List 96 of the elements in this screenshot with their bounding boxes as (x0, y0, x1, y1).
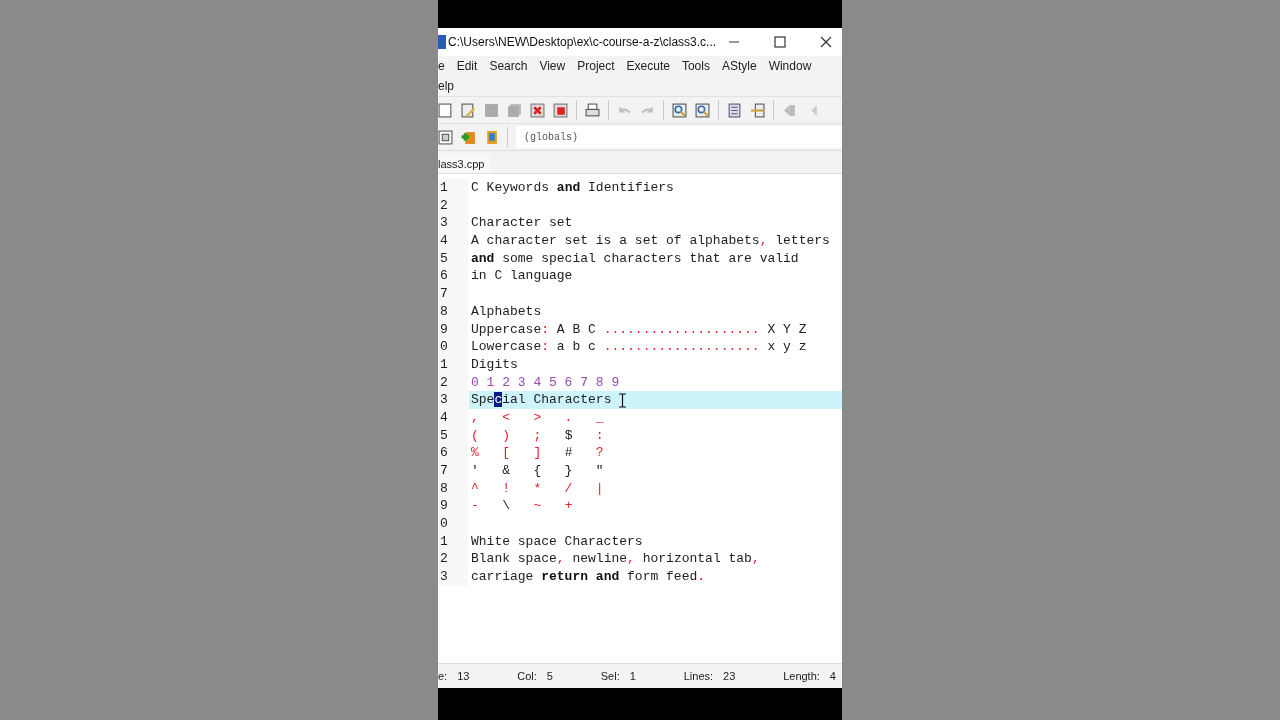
menu-item[interactable]: Search (489, 57, 528, 75)
code-text: - (471, 498, 479, 514)
code-text: Blank space (471, 551, 557, 567)
code-text: carriage (471, 569, 535, 585)
code-text: ^ ! * / | (471, 480, 604, 496)
line-number: 4 (438, 232, 468, 250)
code-text: C Keywords (471, 180, 550, 195)
code-text: in C language (471, 268, 573, 284)
code-text: , (751, 551, 760, 567)
code-text: .................... (603, 339, 760, 355)
menu-item[interactable]: Execute (626, 57, 670, 75)
code-text: ial Characters (502, 392, 612, 408)
line-number: 0 (438, 338, 468, 356)
status-label: Col: (517, 670, 537, 682)
code-text: \ (501, 498, 512, 514)
status-value: 4 (829, 670, 836, 682)
line-number: 3 (438, 391, 468, 409)
menu-item[interactable]: Project (577, 57, 615, 75)
code-text: .................... (603, 321, 760, 337)
menu-item[interactable]: Window (768, 57, 812, 75)
status-label: e: (438, 670, 448, 682)
code-text: White space Characters (471, 533, 643, 549)
close-file-icon[interactable] (530, 102, 545, 118)
code-text: $ (564, 427, 573, 443)
code-text: Spe (471, 392, 495, 408)
menu-item[interactable]: Tools (681, 57, 710, 75)
line-number: 2 (438, 550, 468, 569)
code-text: : (594, 427, 604, 443)
code-text: % [ ] (471, 445, 543, 461)
add-file-icon[interactable] (461, 129, 476, 145)
code-text: A character set is a set of alphabets (471, 233, 760, 249)
status-label: Length: (783, 670, 820, 682)
close-icon[interactable] (820, 36, 832, 48)
code-text: and (556, 180, 581, 195)
line-number: 6 (438, 444, 468, 462)
line-number: 9 (438, 497, 468, 516)
code-text: Identifiers (587, 180, 674, 195)
scope-dropdown[interactable]: (globals) (516, 126, 842, 148)
code-text: , < > . _ (471, 409, 604, 425)
code-text: letters (774, 233, 830, 249)
line-number: 7 (438, 462, 468, 480)
code-text: some special characters that are valid (501, 250, 799, 266)
new-file-icon[interactable] (438, 102, 453, 118)
replace-icon[interactable] (695, 102, 710, 118)
text-cursor-icon (619, 393, 626, 409)
code-text: x y z (766, 339, 807, 355)
status-label: Sel: (600, 670, 620, 682)
code-text: ( ) ; (471, 427, 543, 443)
code-text: Digits (471, 356, 518, 372)
code-text: a b c (555, 339, 597, 355)
menu-item[interactable]: e (438, 57, 445, 75)
code-text: X Y Z (766, 321, 807, 337)
status-value: 5 (546, 670, 553, 682)
document-icon[interactable] (727, 102, 742, 118)
code-text: . (697, 569, 706, 585)
file-tab[interactable]: lass3.cpp (438, 155, 491, 173)
line-number: 3 (438, 214, 468, 233)
status-value: 23 (723, 670, 736, 682)
code-text: , (556, 551, 565, 567)
line-number: 1 (438, 179, 468, 197)
line-number: 7 (438, 285, 468, 303)
code-text: ' & { } " (471, 463, 604, 478)
code-text: # (564, 445, 573, 461)
maximize-icon[interactable] (774, 36, 786, 48)
code-text: return and (541, 569, 620, 585)
code-text: , (759, 233, 768, 249)
line-number: 0 (438, 515, 468, 533)
line-number: 3 (438, 568, 468, 586)
code-text: A B C (555, 321, 597, 337)
code-text: newline (571, 551, 628, 567)
code-text: and (471, 250, 495, 266)
code-text: : (541, 339, 550, 355)
code-text: Character set (471, 215, 573, 231)
window-title: C:\Users\NEW\Desktop\ex\c-course-a-z\class3.c... (448, 35, 718, 49)
code-text: ? (594, 445, 604, 461)
code-text: 0 1 2 3 4 5 6 7 8 9 (471, 374, 620, 390)
code-text: ~ + (533, 498, 573, 514)
line-number: 6 (438, 267, 468, 286)
menu-item[interactable]: Edit (456, 57, 478, 75)
status-value: 1 (629, 670, 636, 682)
status-label: Lines: (683, 670, 714, 682)
code-text: Uppercase (471, 321, 542, 337)
code-text: Lowercase (471, 339, 542, 355)
menu-item[interactable]: elp (438, 77, 454, 95)
find-icon[interactable] (672, 102, 687, 118)
selected-text: c (494, 392, 503, 408)
menu-item[interactable]: View (539, 57, 566, 75)
app-icon (438, 35, 446, 49)
code-text: , (627, 551, 635, 567)
code-text: Alphabets (471, 303, 542, 319)
print-icon[interactable] (585, 102, 600, 118)
status-value: 13 (457, 670, 470, 682)
menu-item[interactable]: AStyle (721, 57, 757, 75)
code-text: form feed (626, 569, 698, 585)
code-text: horizontal tab (641, 551, 752, 567)
code-text: : (541, 321, 550, 337)
